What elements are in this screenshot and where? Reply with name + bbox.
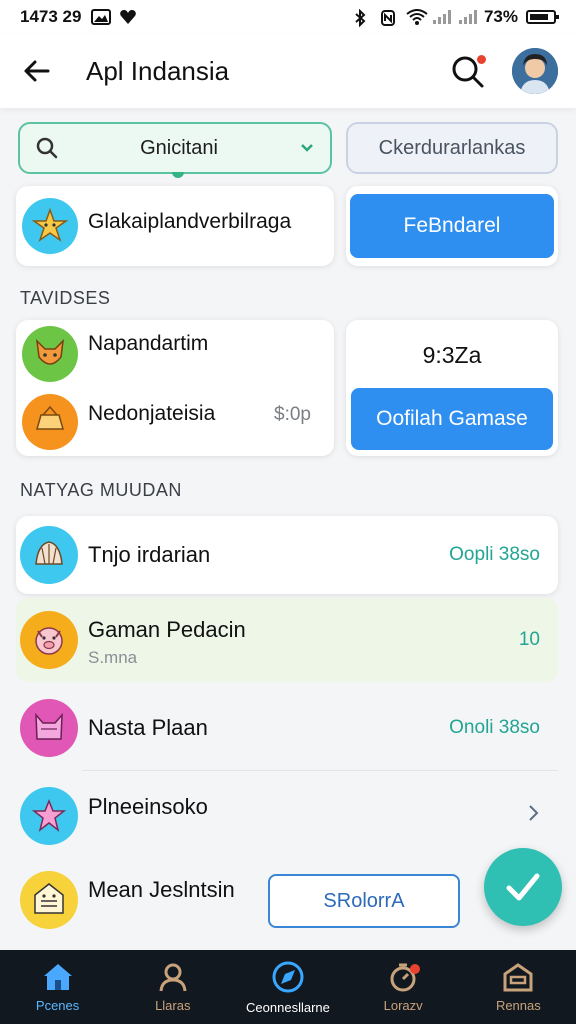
nav-label: Pcenes [35,997,80,1013]
fox-avatar-icon [22,326,78,382]
notification-dot [475,53,488,66]
battery-icon [526,10,559,24]
nav-label: Lorazv [383,997,423,1013]
list-item-title: Gaman Pedacin [88,617,246,642]
search-button[interactable] [448,51,488,91]
item-title: Nedonjateisia [88,402,216,425]
star-avatar-icon [22,198,78,254]
signal-icon [458,9,477,25]
list-item-title: Plneeinsoko [88,794,208,819]
nav-item-timer[interactable]: Lorazv [348,962,458,1013]
list-item-title: Mean Jeslntsin [88,877,235,902]
item-title: Napandartim [88,332,209,355]
nav-item-explore[interactable]: Ceonnesllarne [233,960,343,1015]
nav-item-home[interactable]: Pcenes [3,962,113,1013]
list-item-subtitle: S.mna [88,648,138,667]
home-icon [43,963,72,990]
category-select-value: Gnicitani [140,136,218,159]
nfc-icon [380,9,398,26]
flower-avatar-icon [20,787,78,845]
section-label: NATYAG MUUDAN [20,480,182,500]
nav-item-store[interactable]: Rennas [463,962,573,1013]
shell-avatar-icon [20,526,78,584]
app-bar: Apl Indansia [0,34,576,108]
nav-label: Llaras [155,997,191,1013]
filter-chip[interactable]: Ckerdurarlankas [346,122,558,174]
item-value: $:0p [274,404,311,425]
nav-item-profile[interactable]: Llaras [118,962,228,1013]
items-card: Napandartim Nedonjateisia $:0p [16,320,334,456]
fab-button[interactable] [484,848,562,926]
person-icon [159,963,187,991]
divider [82,770,558,771]
compass-icon [272,961,304,992]
search-icon [36,137,58,159]
pig-avatar-icon [20,611,78,669]
list-item-meta: Onoli 38so [449,717,540,738]
time-card: 9:3Za Oofilah Gamase [346,320,558,456]
scroll-avatar-icon [22,394,78,450]
avatar[interactable] [512,48,558,94]
back-button[interactable] [18,53,54,89]
list-item[interactable]: Nasta Plaan Onoli 38so [16,690,558,766]
list-item-meta: Oopli 38so [449,544,540,565]
list-item-title: Tnjo irdarian [88,542,211,567]
list-item[interactable]: Tnjo irdarian Oopli 38so [16,516,558,594]
promo-title: Glakaiplandverbilraga [88,210,292,233]
battery-percent: 73% [483,7,518,26]
bottom-nav: Pcenes Llaras Ceonnesllarne Lorazv Renna… [0,950,576,1024]
cat-avatar-icon [20,699,78,757]
robot-avatar-icon [20,871,78,929]
signal-icon [432,9,451,25]
check-icon [506,873,540,901]
status-bar: 1473 29 73% [0,0,576,34]
wifi-icon [406,9,428,25]
store-icon [503,962,533,991]
notification-dot [410,963,421,974]
category-select[interactable]: Gnicitani [18,122,332,178]
promo-card: Glakaiplandverbilraga [16,186,334,266]
list-item-title: Nasta Plaan [88,715,208,740]
promo-action-card: FeBndarel [346,186,558,266]
chevron-down-icon [301,144,313,152]
section-label: TAVIDSES [20,288,111,308]
status-time: 1473 29 [20,7,82,26]
time-value: 9:3Za [422,342,482,368]
nav-label: Rennas [495,997,541,1013]
promo-button[interactable]: FeBndarel [350,194,554,258]
gallery-icon [91,9,112,25]
list-item[interactable]: Gaman Pedacin 10 [16,598,558,682]
select-button[interactable]: SRolorrA [268,874,460,928]
chevron-right-icon [528,804,540,828]
page-title: Apl Indansia [86,55,230,86]
bluetooth-icon [354,8,372,28]
heart-icon [119,9,137,25]
filter-row: Gnicitani Ckerdurarlankas [18,122,558,178]
arrow-left-icon [24,60,50,82]
game-button[interactable]: Oofilah Gamase [351,388,553,450]
list-item-meta: 10 [518,629,540,650]
list-item[interactable]: Plneeinsoko [16,776,558,856]
nav-label: Ceonnesllarne [246,999,330,1015]
